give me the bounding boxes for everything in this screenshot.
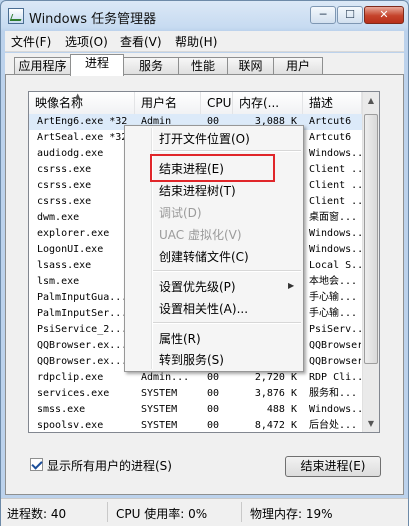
- tab-services[interactable]: 服务: [123, 57, 179, 75]
- sort-up-icon: ▲: [75, 92, 81, 100]
- menu-view[interactable]: 查看(V): [120, 33, 162, 50]
- column-description[interactable]: 描述: [303, 92, 362, 114]
- show-all-users-label[interactable]: 显示所有用户的进程(S): [47, 457, 172, 474]
- column-user-name[interactable]: 用户名: [135, 92, 201, 114]
- minimize-button[interactable]: ─: [310, 6, 336, 24]
- menu-separator: [153, 150, 301, 152]
- menu-open-file-location[interactable]: 打开文件位置(O): [159, 130, 250, 147]
- title-bar[interactable]: Windows 任务管理器 ─ ☐ ✕: [1, 1, 408, 31]
- column-cpu[interactable]: CPU: [201, 92, 233, 114]
- menu-separator: [153, 322, 301, 324]
- status-physical-memory: 物理内存: 19%: [250, 507, 333, 521]
- status-separator: [107, 502, 108, 522]
- table-row[interactable]: spoolsv.exe SYSTEM 00 8,472 K 后台处...: [29, 418, 362, 432]
- table-row[interactable]: smss.exeSYSTEM00488 KWindows...: [29, 402, 362, 418]
- table-row[interactable]: services.exe SYSTEM 00 3,876 K 服务和...: [29, 386, 362, 402]
- vertical-scrollbar[interactable]: ▲ ▼: [362, 92, 379, 432]
- status-cpu-usage: CPU 使用率: 0%: [116, 507, 208, 521]
- submenu-arrow-icon: ▶: [288, 281, 295, 290]
- highlight-box: [150, 154, 275, 182]
- menu-help[interactable]: 帮助(H): [175, 33, 217, 50]
- show-all-users-checkbox[interactable]: [30, 458, 43, 471]
- column-memory[interactable]: 内存(...: [233, 92, 303, 114]
- task-manager-icon: [8, 8, 24, 24]
- tab-performance[interactable]: 性能: [178, 57, 228, 75]
- scroll-down-icon[interactable]: ▼: [363, 415, 379, 432]
- close-button[interactable]: ✕: [364, 6, 404, 24]
- menu-set-affinity[interactable]: 设置相关性(A)...: [159, 300, 248, 317]
- tab-networking[interactable]: 联网: [227, 57, 274, 75]
- tab-strip: 应用程序 进程 服务 性能 联网 用户: [5, 53, 404, 76]
- menu-file[interactable]: 文件(F): [11, 33, 51, 50]
- tab-processes[interactable]: 进程: [70, 54, 124, 76]
- table-row[interactable]: rdpclip.exeAdmin...002,720 KRDP Cli...: [29, 370, 362, 386]
- menu-uac-virtualization: UAC 虚拟化(V): [159, 228, 242, 242]
- menu-end-process-tree[interactable]: 结束进程树(T): [159, 182, 236, 199]
- task-manager-window: Windows 任务管理器 ─ ☐ ✕ 文件(F) 选项(O) 查看(V) 帮助…: [0, 0, 409, 526]
- window-title: Windows 任务管理器: [29, 12, 157, 27]
- maximize-button[interactable]: ☐: [337, 6, 363, 24]
- tab-applications[interactable]: 应用程序: [14, 57, 71, 75]
- end-process-button[interactable]: 结束进程(E): [285, 456, 381, 477]
- status-separator: [241, 502, 242, 522]
- menu-bar: 文件(F) 选项(O) 查看(V) 帮助(H): [5, 31, 404, 52]
- menu-create-dump-file[interactable]: 创建转储文件(C): [159, 248, 249, 265]
- scrollbar-thumb[interactable]: [364, 114, 378, 364]
- status-process-count: 进程数: 40: [7, 507, 67, 521]
- tab-users[interactable]: 用户: [273, 57, 323, 75]
- status-bar: 进程数: 40 CPU 使用率: 0% 物理内存: 19%: [1, 498, 408, 526]
- menu-set-priority[interactable]: 设置优先级(P): [159, 278, 236, 295]
- column-image-name[interactable]: ▲ 映像名称: [29, 92, 135, 114]
- menu-options[interactable]: 选项(O): [65, 33, 108, 50]
- menu-separator: [153, 270, 301, 272]
- scroll-up-icon[interactable]: ▲: [363, 92, 379, 109]
- menu-go-to-services[interactable]: 转到服务(S): [159, 351, 224, 368]
- column-header: ▲ 映像名称 用户名 CPU 内存(... 描述: [29, 92, 362, 115]
- menu-properties[interactable]: 属性(R): [159, 330, 201, 347]
- menu-debug: 调试(D): [159, 206, 202, 220]
